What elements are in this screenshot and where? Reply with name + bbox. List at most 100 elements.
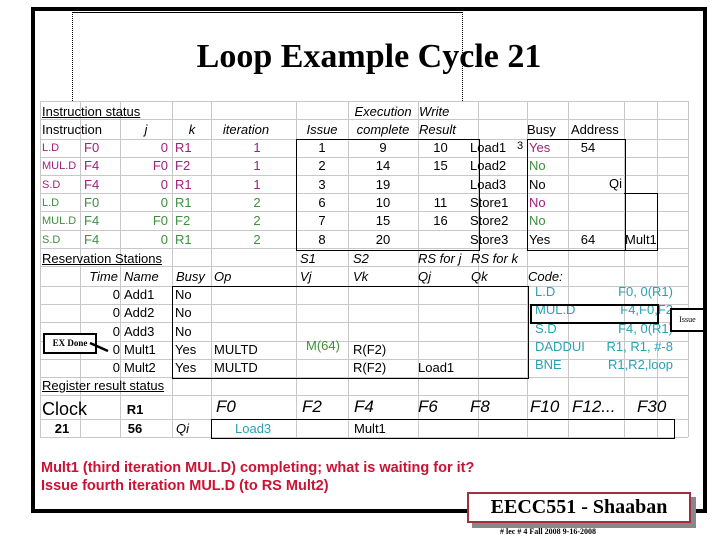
header-name: Name [124,269,159,284]
instruction-j: 0 [160,194,168,210]
code-op: DADDUI [535,338,585,354]
clock-label: Clock [42,399,88,419]
instruction-iteration: 2 [253,194,261,210]
register-name: F10 [530,397,560,416]
rs-time: 0 [112,287,120,302]
buffer-name: Store1 [470,194,509,210]
code-highlight-box [530,304,659,324]
header-busy: Busy [527,122,556,137]
header-vk: Vk [353,269,369,284]
header-qk: Qk [471,269,488,284]
instruction-iteration: 1 [253,140,261,155]
header-s2: S2 [353,251,369,266]
register-name: F8 [470,397,490,416]
reservation-stations-label: Reservation Stations [42,251,162,266]
header-qj: Qj [418,269,431,284]
buffer-name: Load3 [470,176,507,192]
instruction-k: R1 [175,140,192,155]
instruction-op: S.D [42,178,61,191]
instruction-k: R1 [175,194,192,210]
register-name: F4 [354,397,374,416]
rs-name: Add2 [124,305,155,321]
instruction-dest: F4 [84,213,100,229]
instruction-dest: F4 [84,176,100,192]
grid-line [40,101,688,102]
instruction-iteration: 1 [253,158,261,174]
header-iteration: iteration [222,122,270,137]
code-args: R1, R1, #-8 [606,338,673,354]
r1-value: 56 [127,421,143,436]
header-result: Result [419,122,456,137]
grid-line [172,101,173,437]
register-name: F30 [637,397,667,416]
header-time: Time [89,269,118,284]
instruction-iteration: 2 [253,231,261,247]
header-k: k [188,122,196,137]
instruction-dest: F4 [84,231,100,247]
rs-name: Add1 [124,287,155,302]
buffer-name: Store3 [470,231,509,247]
instruction-j: F0 [152,213,168,229]
grid-line [40,395,688,396]
instruction-k: R1 [175,231,192,247]
header-execution: Execution [354,104,412,119]
instruction-k: F2 [175,158,191,174]
note-line-2: Issue fourth iteration MUL.D (to RS Mult… [41,478,329,494]
buffer-name: Load1 [470,140,507,155]
timing-box [296,139,480,251]
qi-label: Qi [176,421,189,436]
rs-box [172,286,529,379]
instruction-k: F2 [175,213,191,229]
slide-title: Loop Example Cycle 21 [196,38,542,75]
code-op: BNE [535,357,562,373]
header-s1: S1 [300,251,316,266]
header-j: j [144,122,148,137]
load1-annotation: 3 [517,140,524,152]
rs-name: Mult2 [124,360,156,376]
register-name: F6 [418,397,438,416]
header-rs-busy: Busy [176,269,205,284]
grid-line [657,101,658,437]
header-address: Address [571,122,619,137]
register-name: F0 [216,397,236,416]
instruction-iteration: 1 [253,176,261,192]
rs-name: Mult1 [124,341,156,357]
rs-name: Add3 [124,323,155,339]
buffer-box [527,139,626,251]
instruction-j: 0 [160,140,168,155]
buffer-name: Load2 [470,158,507,174]
code-args: R1,R2,loop [607,357,673,373]
register-qi-box [211,419,675,439]
header-rs-j: RS for j [418,251,462,266]
header-complete: complete [356,122,410,137]
instruction-dest: F0 [84,194,100,210]
grid-line [688,101,689,437]
callout-arrow-icon [89,341,109,353]
register-result-status-label: Register result status [42,378,165,393]
register-name: F12... [572,397,616,416]
code-args: F0, 0(R1) [618,284,673,299]
header-write: Write [419,104,450,119]
header-vj: Vj [300,269,312,284]
header-rs-k: RS for k [471,251,518,266]
note-line-1: Mult1 (third iteration MUL.D) completing… [41,460,475,476]
instruction-op: MUL.D [42,160,77,173]
clock-value: 21 [54,421,70,436]
instruction-j: 0 [160,176,168,192]
instruction-op: MUL.D [42,215,77,228]
rs-time: 0 [112,305,120,321]
r1-label: R1 [126,402,144,417]
instruction-op: L.D [42,142,60,154]
instruction-j: F0 [152,158,168,174]
store-qi-box [624,193,658,251]
instruction-status-label: Instruction status [42,104,141,119]
grid-line [40,101,41,437]
instruction-dest: F0 [84,140,100,155]
register-name: F2 [302,397,322,416]
issue-callout: Issue [670,308,705,332]
instruction-j: 0 [160,231,168,247]
header-instruction: Instruction [42,122,102,137]
header-issue: Issue [306,122,338,137]
instruction-k: R1 [175,176,192,192]
instruction-iteration: 2 [253,213,261,229]
